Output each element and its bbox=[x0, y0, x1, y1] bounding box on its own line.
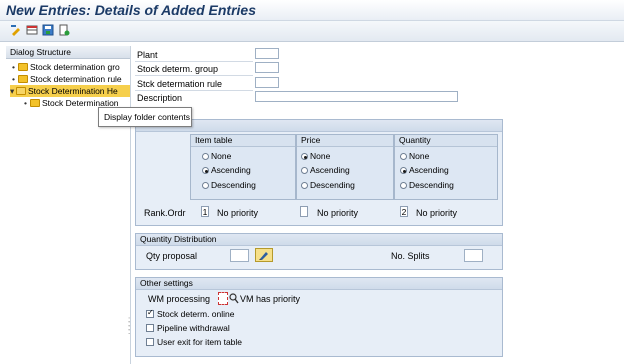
radio-label: Ascending bbox=[310, 165, 350, 175]
tooltip: Display folder contents bbox=[98, 107, 192, 127]
search-help-icon[interactable] bbox=[229, 293, 239, 304]
radio-label: None bbox=[310, 151, 331, 161]
radio-icon bbox=[400, 153, 407, 160]
quantity-descending-radio[interactable]: Descending bbox=[400, 180, 454, 190]
edit-pencil-button[interactable] bbox=[255, 248, 273, 262]
price-descending-radio[interactable]: Descending bbox=[301, 180, 355, 190]
radio-label: Descending bbox=[310, 180, 355, 190]
tree-item-stock-determination-header[interactable]: ▾ Stock Determination He bbox=[10, 85, 130, 97]
tree-item-stock-determination-rule[interactable]: • Stock determination rule bbox=[12, 73, 130, 85]
quantity-distribution-title: Quantity Distribution bbox=[136, 234, 502, 246]
divider bbox=[135, 61, 253, 62]
qty-proposal-label: Qty proposal bbox=[146, 251, 198, 261]
checkbox-label: User exit for item table bbox=[157, 337, 243, 347]
radio-label: Descending bbox=[211, 180, 256, 190]
item-table-none-radio[interactable]: None bbox=[202, 151, 231, 161]
pipeline-withdrawal-checkbox[interactable]: Pipeline withdrawal bbox=[146, 323, 230, 333]
radio-icon bbox=[202, 153, 209, 160]
plant-label: Plant bbox=[137, 50, 158, 60]
radio-icon bbox=[400, 182, 407, 189]
tree-item-label: Stock Determination He bbox=[28, 86, 118, 96]
divider bbox=[135, 75, 253, 76]
window-title: New Entries: Details of Added Entries bbox=[6, 2, 256, 18]
price-title: Price bbox=[297, 135, 393, 147]
radio-label: None bbox=[211, 151, 232, 161]
price-ascending-radio[interactable]: Ascending bbox=[301, 165, 350, 175]
no-splits-label: No. Splits bbox=[391, 251, 430, 261]
price-rank-text: No priority bbox=[317, 208, 359, 218]
quantity-rank-text: No priority bbox=[416, 208, 458, 218]
radio-label: Descending bbox=[409, 180, 454, 190]
table-icon[interactable] bbox=[26, 24, 38, 36]
item-table-rank-input[interactable]: 1 bbox=[201, 206, 209, 217]
wm-processing-input[interactable] bbox=[218, 292, 228, 305]
dialog-structure-header: Dialog Structure bbox=[6, 46, 130, 59]
folder-icon bbox=[18, 63, 28, 71]
open-folder-icon bbox=[16, 87, 26, 95]
radio-selected-icon bbox=[400, 167, 407, 174]
wm-priority-text: VM has priority bbox=[240, 294, 301, 304]
wm-processing-label: WM processing bbox=[148, 294, 211, 304]
stock-determ-rule-label: Stck determation rule bbox=[137, 79, 223, 89]
tree-item-label: Stock determination rule bbox=[30, 74, 122, 84]
radio-icon bbox=[301, 167, 308, 174]
folder-icon bbox=[30, 99, 40, 107]
item-table-ascending-radio[interactable]: Ascending bbox=[202, 165, 251, 175]
other-settings-title: Other settings bbox=[136, 278, 502, 290]
radio-selected-icon bbox=[301, 153, 308, 160]
application-toolbar bbox=[0, 20, 624, 42]
radio-label: Ascending bbox=[211, 165, 251, 175]
no-splits-input[interactable] bbox=[464, 249, 483, 262]
description-input[interactable] bbox=[255, 91, 458, 102]
item-table-descending-radio[interactable]: Descending bbox=[202, 180, 256, 190]
radio-label: None bbox=[409, 151, 430, 161]
item-table-title: Item table bbox=[191, 135, 295, 147]
stock-determ-group-input[interactable] bbox=[255, 62, 279, 73]
checkbox-checked-icon bbox=[146, 308, 154, 318]
radio-label: Ascending bbox=[409, 165, 449, 175]
divider bbox=[135, 90, 253, 91]
stock-determ-rule-input[interactable] bbox=[255, 77, 279, 88]
price-none-radio[interactable]: None bbox=[301, 151, 330, 161]
save-icon[interactable] bbox=[42, 24, 54, 36]
quantity-rank-input[interactable]: 2 bbox=[400, 206, 408, 217]
export-icon[interactable] bbox=[58, 24, 70, 36]
checkbox-label: Stock determ. online bbox=[157, 309, 235, 319]
change-icon[interactable] bbox=[10, 24, 22, 36]
price-rank-input[interactable] bbox=[300, 206, 308, 217]
checkbox-icon bbox=[146, 338, 154, 346]
user-exit-item-table-checkbox[interactable]: User exit for item table bbox=[146, 337, 242, 347]
quantity-none-radio[interactable]: None bbox=[400, 151, 429, 161]
tree-item-stock-determination-group[interactable]: • Stock determination gro bbox=[12, 61, 130, 73]
checkbox-label: Pipeline withdrawal bbox=[157, 323, 230, 333]
radio-selected-icon bbox=[202, 167, 209, 174]
qty-proposal-input[interactable] bbox=[230, 249, 249, 262]
pencil-icon bbox=[259, 252, 268, 260]
item-table-rank-text: No priority bbox=[217, 208, 259, 218]
splitter-handle[interactable]: :::: bbox=[128, 316, 132, 338]
checkbox-icon bbox=[146, 324, 154, 332]
title-bar: New Entries: Details of Added Entries bbox=[0, 0, 624, 20]
rank-order-label: Rank.Ordr bbox=[144, 208, 186, 218]
folder-icon bbox=[18, 75, 28, 83]
description-label: Description bbox=[137, 93, 183, 103]
radio-icon bbox=[301, 182, 308, 189]
quantity-title: Quantity bbox=[395, 135, 497, 147]
quantity-ascending-radio[interactable]: Ascending bbox=[400, 165, 449, 175]
plant-input[interactable] bbox=[255, 48, 279, 59]
stock-determ-group-label: Stock determ. group bbox=[137, 64, 219, 74]
stock-determ-online-checkbox[interactable]: Stock determ. online bbox=[146, 308, 235, 319]
tree-item-label: Stock determination gro bbox=[30, 62, 120, 72]
radio-icon bbox=[202, 182, 209, 189]
